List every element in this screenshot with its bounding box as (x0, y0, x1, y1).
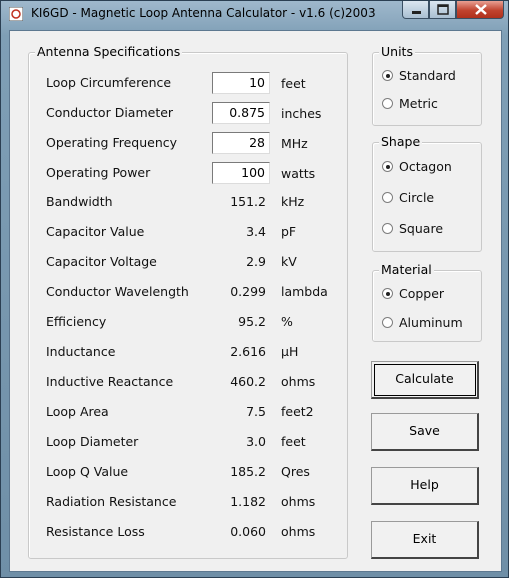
conductor-diameter-label: Conductor Diameter (46, 105, 174, 120)
efficiency-label: Efficiency (46, 314, 107, 329)
client-area: Antenna Specifications Loop Circumferenc… (9, 30, 502, 572)
bandwidth-label: Bandwidth (46, 194, 113, 209)
radio-label: Circle (399, 190, 435, 205)
capacitor-value-value: 3.4 (246, 224, 266, 239)
radiation-resistance-unit: ohms (281, 494, 316, 509)
operating-power-input[interactable]: 100 (212, 162, 270, 184)
window-title: KI6GD - Magnetic Loop Antenna Calculator… (31, 6, 376, 20)
radio-indicator-icon (382, 288, 393, 299)
close-button[interactable] (456, 1, 504, 19)
radio-square[interactable]: Square (382, 221, 443, 236)
radio-label: Metric (399, 96, 438, 111)
material-group: Material (372, 262, 482, 342)
resistance-loss-value: 0.060 (230, 524, 266, 539)
radio-aluminum[interactable]: Aluminum (382, 315, 463, 330)
radio-label: Aluminum (399, 315, 463, 330)
conductor-wavelength-value: 0.299 (230, 284, 266, 299)
operating-power-label: Operating Power (46, 165, 151, 180)
group-title: Antenna Specifications (35, 44, 183, 59)
group-title: Shape (379, 134, 423, 149)
loop-circumference-unit: feet (281, 76, 306, 91)
inductive-reactance-label: Inductive Reactance (46, 374, 174, 389)
loop-diameter-label: Loop Diameter (46, 434, 139, 449)
bandwidth-value: 151.2 (230, 194, 266, 209)
loop-diameter-value: 3.0 (246, 434, 266, 449)
operating-power-unit: watts (281, 166, 316, 181)
loop-circumference-input[interactable]: 10 (212, 72, 270, 94)
radiation-resistance-label: Radiation Resistance (46, 494, 177, 509)
radio-label: Octagon (399, 159, 452, 174)
radio-copper[interactable]: Copper (382, 286, 444, 301)
inductive-reactance-unit: ohms (281, 374, 316, 389)
radio-indicator-icon (382, 98, 393, 109)
capacitor-value-label: Capacitor Value (46, 224, 145, 239)
radio-label: Square (399, 221, 444, 236)
group-title: Units (379, 44, 415, 59)
capacitor-value-unit: pF (281, 224, 297, 239)
inductive-reactance-value: 460.2 (230, 374, 266, 389)
loop-area-value: 7.5 (246, 404, 266, 419)
calculate-button[interactable]: Calculate (371, 361, 479, 399)
loop-area-label: Loop Area (46, 404, 109, 419)
minimize-button[interactable] (402, 1, 429, 19)
app-window: KI6GD - Magnetic Loop Antenna Calculator… (0, 0, 509, 578)
radio-label: Standard (399, 68, 456, 83)
operating-frequency-label: Operating Frequency (46, 135, 178, 150)
operating-frequency-unit: MHz (281, 136, 308, 151)
radio-label: Copper (399, 286, 445, 301)
radio-octagon[interactable]: Octagon (382, 159, 452, 174)
inductance-label: Inductance (46, 344, 116, 359)
antenna-specifications-group: Antenna Specifications (28, 44, 348, 559)
conductor-wavelength-label: Conductor Wavelength (46, 284, 189, 299)
radio-circle[interactable]: Circle (382, 190, 434, 205)
loop-q-value-unit: Qres (281, 464, 310, 479)
loop-q-value-label: Loop Q Value (46, 464, 129, 479)
inductance-unit: µH (281, 344, 299, 359)
radio-standard[interactable]: Standard (382, 68, 456, 83)
title-bar[interactable]: KI6GD - Magnetic Loop Antenna Calculator… (1, 1, 508, 29)
loop-area-unit: feet2 (281, 404, 314, 419)
radio-indicator-icon (382, 317, 393, 328)
conductor-diameter-unit: inches (281, 106, 322, 121)
save-button[interactable]: Save (371, 413, 479, 451)
loop-diameter-unit: feet (281, 434, 306, 449)
maximize-button[interactable] (429, 1, 456, 19)
radio-indicator-icon (382, 223, 393, 234)
radio-indicator-icon (382, 70, 393, 81)
conductor-wavelength-unit: lambda (281, 284, 328, 299)
units-group: Units (372, 44, 482, 126)
capacitor-voltage-unit: kV (281, 254, 297, 269)
operating-frequency-input[interactable]: 28 (212, 132, 270, 154)
close-icon (475, 4, 487, 15)
help-button[interactable]: Help (371, 467, 479, 505)
antenna-icon (9, 7, 23, 21)
group-title: Material (379, 262, 434, 277)
inductance-value: 2.616 (230, 344, 266, 359)
resistance-loss-label: Resistance Loss (46, 524, 145, 539)
exit-button[interactable]: Exit (371, 521, 479, 559)
radiation-resistance-value: 1.182 (230, 494, 266, 509)
maximize-icon (437, 4, 449, 15)
conductor-diameter-input[interactable]: 0.875 (212, 102, 270, 124)
loop-q-value-value: 185.2 (230, 464, 266, 479)
capacitor-voltage-value: 2.9 (246, 254, 266, 269)
radio-metric[interactable]: Metric (382, 96, 438, 111)
capacitor-voltage-label: Capacitor Voltage (46, 254, 157, 269)
minimize-icon (412, 11, 421, 14)
efficiency-value: 95.2 (238, 314, 266, 329)
radio-indicator-icon (382, 192, 393, 203)
bandwidth-unit: kHz (281, 194, 305, 209)
loop-circumference-label: Loop Circumference (46, 75, 172, 90)
efficiency-unit: % (281, 314, 293, 329)
radio-indicator-icon (382, 161, 393, 172)
resistance-loss-unit: ohms (281, 524, 316, 539)
